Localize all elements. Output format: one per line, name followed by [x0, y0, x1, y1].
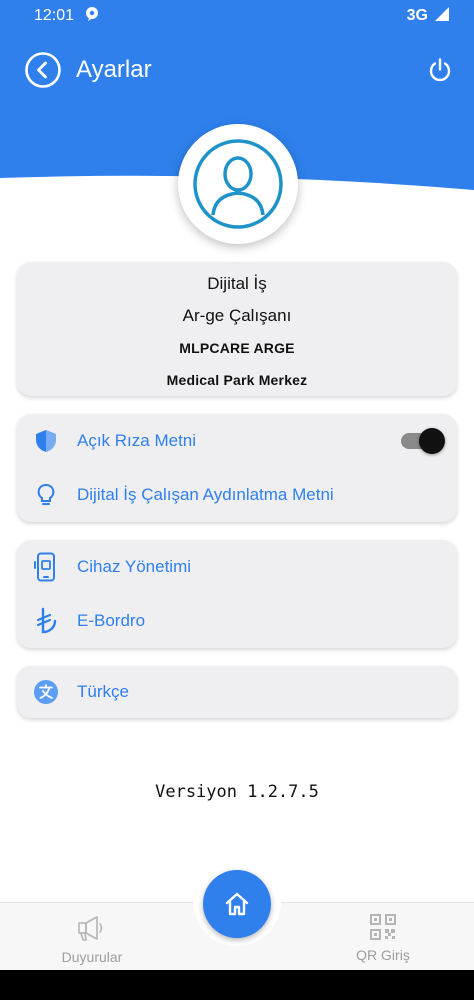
consent-toggle[interactable]	[401, 428, 445, 454]
announcements-label: Duyurular	[61, 949, 123, 965]
shield-icon	[31, 426, 61, 456]
qr-login-label: QR Giriş	[356, 947, 410, 963]
status-bar: 12:01 3G	[0, 0, 474, 32]
consent-row[interactable]: Açık Rıza Metni	[17, 414, 457, 468]
disclosure-row[interactable]: Dijital İş Çalışan Aydınlatma Metni	[17, 468, 457, 522]
status-time: 12:01	[34, 7, 75, 24]
logout-button[interactable]	[424, 54, 456, 86]
device-settings-card: Cihaz Yönetimi E-Bordro	[17, 540, 457, 648]
translate-icon	[31, 677, 61, 707]
lightbulb-icon	[31, 480, 61, 510]
network-type: 3G	[406, 7, 428, 24]
page-title: Ayarlar	[76, 56, 152, 83]
profile-avatar	[178, 124, 298, 244]
device-management-row[interactable]: Cihaz Yönetimi	[17, 540, 457, 594]
notification-icon	[84, 6, 100, 27]
app-version: Versiyon 1.2.7.5	[155, 782, 319, 802]
profile-location: Medical Park Merkez	[166, 372, 308, 388]
signal-icon	[434, 6, 450, 27]
consent-label: Açık Rıza Metni	[77, 431, 197, 450]
app-header: Ayarlar	[0, 32, 474, 108]
lira-icon	[31, 606, 61, 636]
qr-code-icon	[370, 914, 396, 940]
qr-login-tab[interactable]: QR Giriş	[323, 913, 443, 963]
disclosure-label: Dijital İş Çalışan Aydınlatma Metni	[77, 485, 334, 504]
language-row[interactable]: Türkçe	[17, 666, 457, 718]
announcements-tab[interactable]: Duyurular	[32, 913, 152, 965]
home-button[interactable]	[203, 870, 271, 938]
device-management-label: Cihaz Yönetimi	[77, 557, 192, 576]
power-icon	[429, 58, 451, 82]
payroll-row[interactable]: E-Bordro	[17, 594, 457, 648]
profile-name: Dijital İş	[207, 274, 267, 293]
profile-info-card: Dijital İş Ar-ge Çalışanı MLPCARE ARGE M…	[17, 262, 457, 396]
home-icon	[225, 892, 249, 916]
payroll-label: E-Bordro	[77, 611, 146, 630]
megaphone-icon	[78, 916, 103, 941]
legal-settings-card: Açık Rıza Metni Dijital İş Çalışan Aydın…	[17, 414, 457, 522]
consent-toggle-knob	[419, 428, 445, 454]
profile-company: MLPCARE ARGE	[179, 340, 295, 356]
back-button[interactable]	[24, 51, 62, 89]
language-settings-card: Türkçe	[17, 666, 457, 718]
phone-device-icon	[31, 552, 61, 582]
profile-role: Ar-ge Çalışanı	[182, 306, 292, 325]
user-avatar-icon	[193, 139, 283, 229]
language-label: Türkçe	[77, 682, 129, 701]
system-navigation-bar	[0, 970, 474, 1000]
back-arrow-circle-icon	[25, 52, 61, 88]
